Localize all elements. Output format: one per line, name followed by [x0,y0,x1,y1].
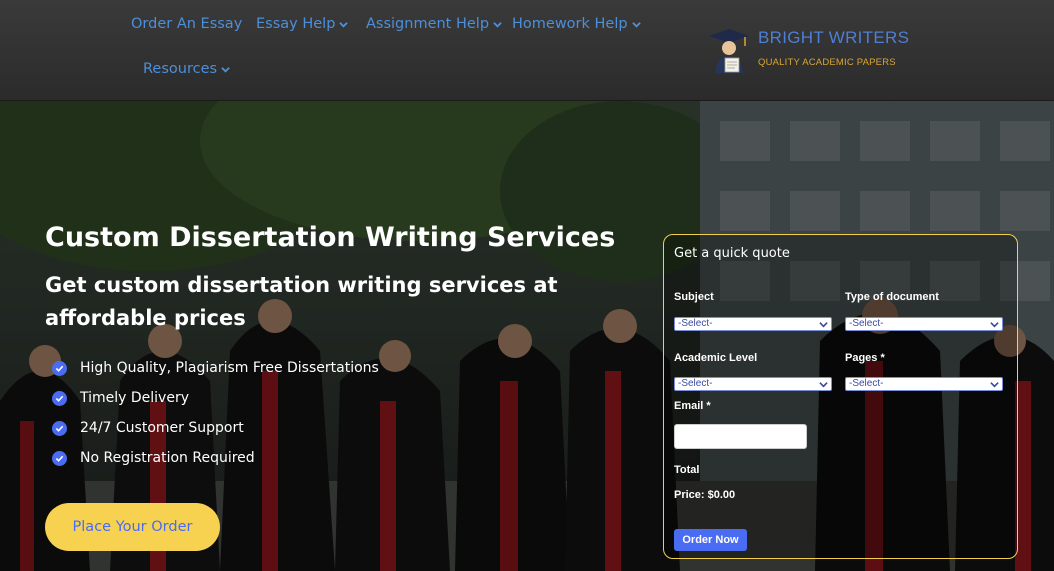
chevron-down-icon [221,66,230,73]
chevron-down-icon [990,322,999,328]
chevron-down-icon [493,21,502,28]
academic-level-select-value: -Select- [678,378,713,389]
subject-label: Subject [674,291,714,303]
nav-label: Homework Help [512,16,628,32]
chevron-down-icon [819,382,828,388]
total-label: Total [674,464,700,476]
logo-title: BRIGHT WRITERS [758,28,910,47]
price-label: Price: [674,489,705,501]
page-subtitle: Get custom dissertation writing services… [45,273,558,330]
email-label: Email * [674,400,711,412]
nav-label: Essay Help [256,16,336,32]
feature-item: 24/7 Customer Support [52,413,379,443]
academic-level-label: Academic Level [674,352,758,364]
logo-tagline: QUALITY ACADEMIC PAPERS [758,57,896,68]
nav-assignment-help[interactable]: Assignment Help [366,16,502,32]
check-circle-icon [52,390,67,406]
check-circle-icon [52,420,67,436]
feature-text: 24/7 Customer Support [80,420,244,436]
chevron-down-icon [990,382,999,388]
site-header: Order An Essay Essay Help Assignment Hel… [0,0,1054,101]
check-circle-icon [52,360,67,376]
chevron-down-icon [819,322,828,328]
price-value: $0.00 [707,489,736,501]
price-display: Price: $0.00 [674,489,735,501]
feature-text: No Registration Required [80,450,255,466]
order-now-button[interactable]: Order Now [674,529,747,551]
pages-label: Pages * [845,352,885,364]
quick-quote-form: Get a quick quote Subject -Select- Type … [663,234,1018,559]
pages-select[interactable]: -Select- [845,377,1003,391]
nav-resources[interactable]: Resources [143,61,230,77]
nav-order-an-essay[interactable]: Order An Essay [131,16,242,32]
site-logo[interactable]: BRIGHT WRITERS QUALITY ACADEMIC PAPERS [705,26,909,74]
subject-select[interactable]: -Select- [674,317,832,331]
hero-section: Custom Dissertation Writing Services Get… [0,101,1054,571]
pages-select-value: -Select- [849,378,884,389]
chevron-down-icon [631,21,641,28]
nav-homework-help[interactable]: Homework Help [512,16,641,32]
doc-type-select[interactable]: -Select- [845,317,1003,331]
page-title: Custom Dissertation Writing Services [45,222,616,253]
subject-select-value: -Select- [678,318,713,329]
nav-label: Assignment Help [366,16,490,32]
doc-type-select-value: -Select- [849,318,884,329]
feature-text: Timely Delivery [80,390,189,406]
academic-level-select[interactable]: -Select- [674,377,832,391]
chevron-down-icon [339,21,349,28]
feature-item: No Registration Required [52,443,379,473]
nav-essay-help[interactable]: Essay Help [256,16,349,32]
quote-title: Get a quick quote [674,246,790,261]
check-circle-icon [52,450,67,466]
feature-item: High Quality, Plagiarism Free Dissertati… [52,353,379,383]
feature-list: High Quality, Plagiarism Free Dissertati… [52,353,379,473]
feature-text: High Quality, Plagiarism Free Dissertati… [80,360,379,376]
feature-item: Timely Delivery [52,383,379,413]
graduate-icon [709,29,749,73]
place-order-button[interactable]: Place Your Order [45,503,220,551]
nav-label: Order An Essay [131,16,243,32]
email-field[interactable] [674,424,807,449]
doc-type-label: Type of document [845,291,939,303]
nav-label: Resources [143,61,218,77]
